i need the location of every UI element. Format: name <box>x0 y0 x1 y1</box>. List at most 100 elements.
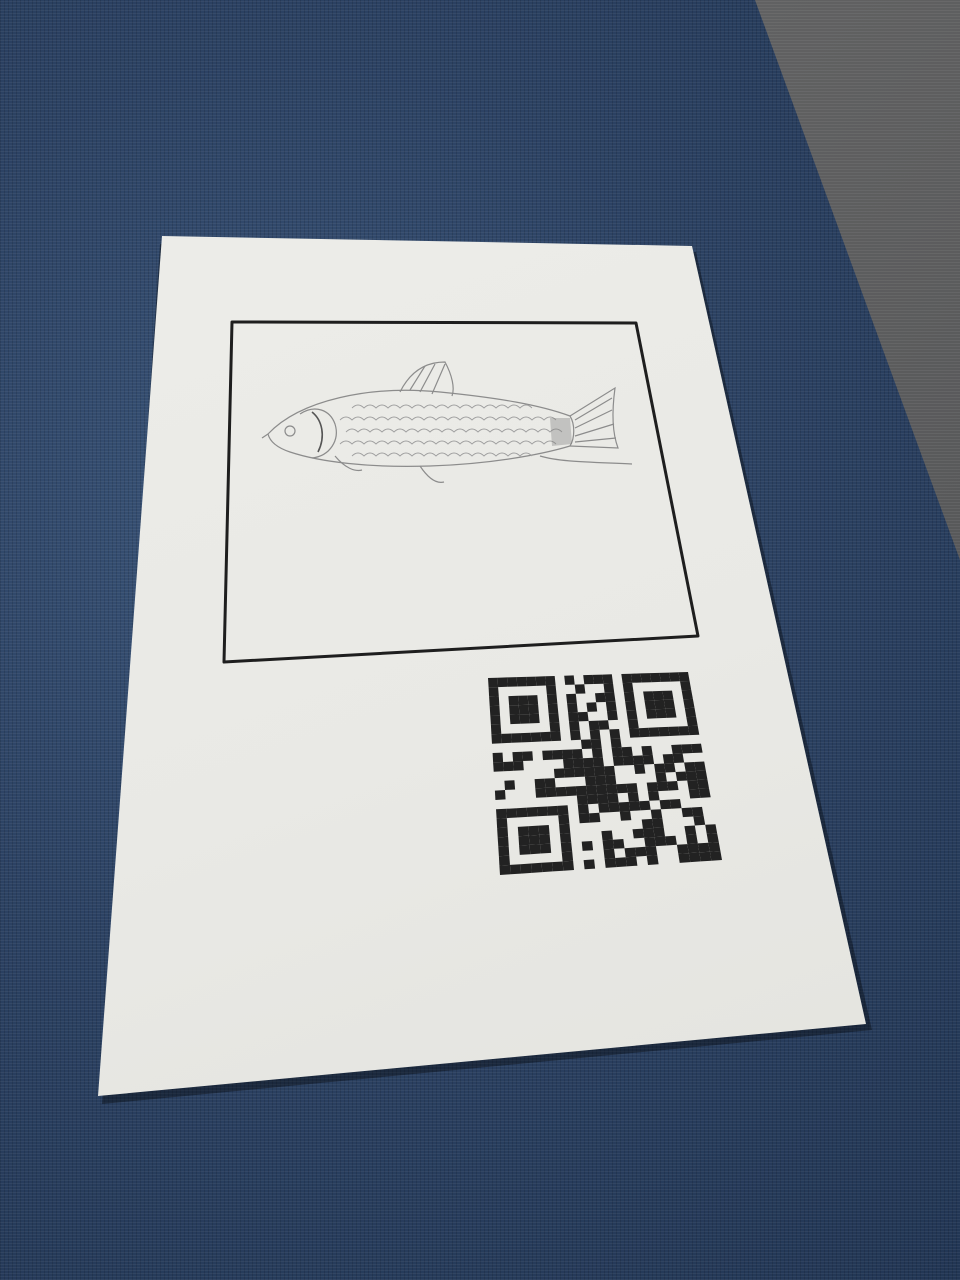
qr-module <box>625 700 637 711</box>
qr-module <box>642 754 655 765</box>
qr-module <box>489 705 500 716</box>
qr-module <box>654 699 666 710</box>
qr-module <box>507 677 518 687</box>
qr-module <box>545 676 556 686</box>
qr-module <box>650 809 663 819</box>
qr-module <box>520 732 532 743</box>
qr-module <box>676 844 689 854</box>
qr-module <box>497 677 508 688</box>
qr-module <box>560 842 573 853</box>
qr-module <box>635 846 647 857</box>
qr-module <box>557 805 569 816</box>
qr-module <box>588 720 600 731</box>
qr-module <box>528 834 540 845</box>
qr-module <box>602 674 613 684</box>
qr-module <box>694 761 706 771</box>
qr-module <box>625 856 638 867</box>
qr-module <box>540 843 552 854</box>
qr-module <box>492 752 504 763</box>
qr-module <box>663 699 675 709</box>
qr-module <box>592 674 604 684</box>
qr-module <box>547 805 559 816</box>
qr-module <box>522 751 533 761</box>
qr-module <box>641 745 653 756</box>
qr-module <box>634 764 646 774</box>
qr-module <box>681 807 694 818</box>
qr-module <box>584 776 597 786</box>
qr-module <box>512 751 524 762</box>
qr-module <box>582 757 594 768</box>
qr-module <box>488 677 499 688</box>
qr-module <box>520 863 532 874</box>
qr-module <box>687 725 700 736</box>
qr-module <box>489 696 500 707</box>
qr-module <box>593 766 606 777</box>
qr-module <box>708 842 721 852</box>
qr-module <box>603 848 616 859</box>
qr-module <box>580 739 592 749</box>
qr-module <box>691 806 704 817</box>
qr-module <box>545 787 557 798</box>
qr-module <box>566 693 577 704</box>
qr-module <box>563 758 574 769</box>
qr-module <box>687 843 700 854</box>
qr-module <box>681 689 693 700</box>
qr-module <box>699 851 712 862</box>
qr-module <box>529 844 541 855</box>
qr-module <box>570 730 581 741</box>
qr-module <box>546 685 557 695</box>
qr-module <box>684 707 697 718</box>
qr-module <box>536 806 548 817</box>
qr-module <box>681 744 693 754</box>
qr-module <box>541 862 553 873</box>
qr-module <box>528 704 539 715</box>
qr-module <box>605 775 617 785</box>
qr-module <box>626 710 638 720</box>
qr-module <box>627 792 640 802</box>
qr-module <box>496 808 507 819</box>
qr-module <box>549 722 561 732</box>
qr-module <box>656 781 669 792</box>
qr-module <box>583 859 596 870</box>
qr-module <box>503 761 514 772</box>
qr-module <box>646 782 659 792</box>
qr-module <box>592 757 604 767</box>
qr-module <box>550 731 562 742</box>
qr-module <box>518 704 530 715</box>
qr-module <box>581 841 594 851</box>
qr-module <box>563 767 575 778</box>
image-frame <box>222 320 700 664</box>
qr-module <box>506 808 518 819</box>
qr-module <box>666 781 679 791</box>
qr-module <box>555 786 567 797</box>
qr-module <box>655 772 667 783</box>
qr-module <box>654 836 667 847</box>
qr-module <box>517 826 529 837</box>
qr-module <box>587 794 599 805</box>
qr-module <box>652 690 664 701</box>
qr-module <box>535 787 547 798</box>
qr-module <box>569 721 580 731</box>
qr-module <box>540 731 552 742</box>
qr-module <box>658 726 670 737</box>
qr-module <box>675 771 688 781</box>
qr-module <box>684 762 696 772</box>
qr-module <box>693 815 706 826</box>
qr-module <box>680 681 692 691</box>
qr-module <box>612 839 625 849</box>
qr-module <box>565 786 577 797</box>
qr-module <box>561 851 574 862</box>
qr-module <box>645 846 658 856</box>
qr-module <box>597 793 609 804</box>
qr-module <box>509 705 520 715</box>
qr-module <box>604 765 616 776</box>
qr-module <box>697 842 710 853</box>
qr-module <box>583 674 594 685</box>
qr-module <box>544 778 556 788</box>
qr-module <box>695 770 708 780</box>
qr-module <box>562 749 573 760</box>
qr-module <box>578 813 590 824</box>
qr-module <box>527 695 539 705</box>
qr-module <box>573 767 585 778</box>
qr-module <box>516 676 527 687</box>
